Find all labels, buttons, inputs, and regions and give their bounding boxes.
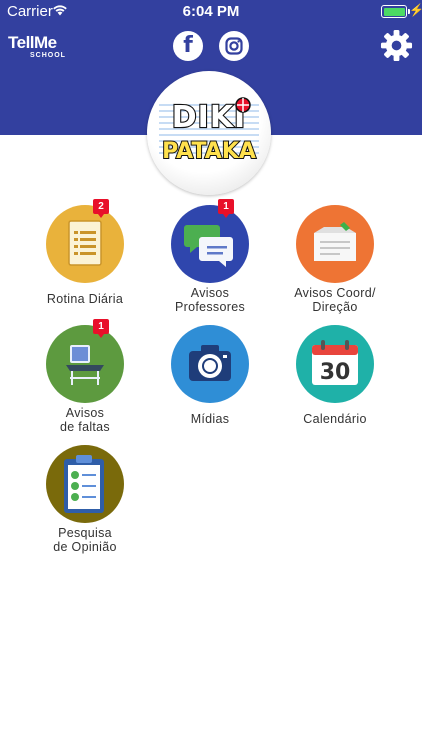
menu-label: Calendário (303, 412, 367, 426)
notification-badge: 1 (218, 199, 234, 218)
menu-label: Pesquisa de Opinião (53, 526, 117, 554)
app-logo: TellMe SCHOOL (8, 34, 66, 60)
school-logo-line2: PATAKA (162, 139, 256, 164)
app-logo-sub: SCHOOL (30, 52, 66, 59)
menu-label: Avisos Coord/ Direção (294, 286, 376, 314)
app-logo-main: TellMe (8, 33, 57, 52)
menu-label: Avisos Professores (175, 286, 245, 314)
notification-badge: 2 (93, 199, 109, 218)
battery-icon (381, 5, 410, 18)
facebook-icon: f (183, 33, 193, 58)
school-logo-art: DIKI PATAKA (159, 97, 259, 165)
gear-icon[interactable] (380, 29, 413, 62)
menu-label: Rotina Diária (46, 292, 124, 306)
notice-envelope-icon (314, 222, 356, 261)
charging-icon: ⚡ (409, 3, 422, 17)
calendar-day-number: 30 (320, 360, 351, 385)
clock-label: 6:04 PM (182, 3, 240, 20)
facebook-button[interactable]: f (173, 31, 203, 61)
school-logo: DIKI PATAKA (147, 71, 271, 195)
instagram-button[interactable] (219, 31, 249, 61)
survey-clipboard-icon (64, 455, 104, 513)
calendar-icon: 30 (312, 340, 358, 385)
notification-badge: 1 (93, 319, 109, 338)
menu-label: Avisos de faltas (60, 406, 110, 434)
school-logo-line1: DIKI (172, 100, 246, 135)
instagram-icon (225, 37, 243, 55)
chat-bubbles-icon (184, 225, 233, 267)
status-bar: Carrier 6:04 PM ⚡ (0, 0, 422, 22)
camera-icon (189, 345, 231, 381)
checklist-document-icon (68, 220, 102, 266)
school-desk-icon (66, 345, 104, 385)
menu-label: Mídias (190, 412, 230, 426)
